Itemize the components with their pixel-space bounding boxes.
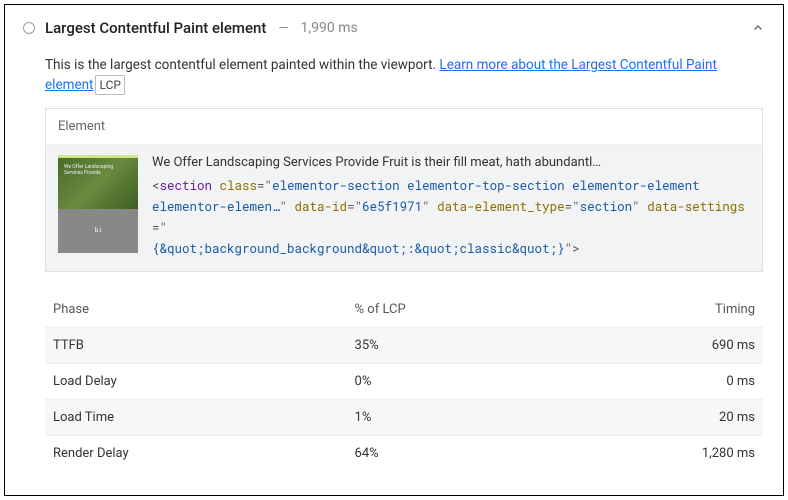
phase-table: Phase % of LCP Timing TTFB 35% 690 ms Lo… <box>45 292 763 471</box>
timing-cell: 1,280 ms <box>555 435 763 471</box>
element-box-header: Element <box>46 109 762 145</box>
lcp-audit-panel: Largest Contentful Paint element — 1,990… <box>4 4 784 496</box>
audit-header[interactable]: Largest Contentful Paint element — 1,990… <box>23 19 765 37</box>
phase-cell: TTFB <box>45 327 347 363</box>
audit-description: This is the largest contentful element p… <box>45 55 763 96</box>
col-phase: Phase <box>45 292 347 328</box>
description-intro: This is the largest contentful element p… <box>45 57 439 73</box>
timing-cell: 20 ms <box>555 399 763 435</box>
audit-title: Largest Contentful Paint element <box>45 19 266 37</box>
audit-timing: 1,990 ms <box>301 20 358 36</box>
col-pct: % of LCP <box>347 292 555 328</box>
chevron-up-icon[interactable] <box>751 21 765 35</box>
table-row: Load Time 1% 20 ms <box>45 399 763 435</box>
pct-cell: 64% <box>347 435 555 471</box>
dash-separator: — <box>278 21 288 36</box>
phase-cell: Load Time <box>45 399 347 435</box>
element-box: Element We Offer LandscapingServices Pro… <box>45 108 763 272</box>
status-circle-icon <box>23 22 35 34</box>
table-row: Load Delay 0% 0 ms <box>45 363 763 399</box>
timing-cell: 690 ms <box>555 327 763 363</box>
timing-cell: 0 ms <box>555 363 763 399</box>
element-html: <section class="elementor-section elemen… <box>152 176 750 261</box>
element-body: We Offer LandscapingServices Provide b.i… <box>46 145 762 271</box>
audit-body: This is the largest contentful element p… <box>23 55 765 471</box>
table-header-row: Phase % of LCP Timing <box>45 292 763 328</box>
table-row: Render Delay 64% 1,280 ms <box>45 435 763 471</box>
lcp-badge: LCP <box>95 75 124 95</box>
element-thumbnail: We Offer LandscapingServices Provide b.i <box>58 155 138 253</box>
phase-cell: Render Delay <box>45 435 347 471</box>
element-text: We Offer Landscaping Services Provide Fr… <box>152 155 750 261</box>
col-timing: Timing <box>555 292 763 328</box>
pct-cell: 35% <box>347 327 555 363</box>
element-snippet: We Offer Landscaping Services Provide Fr… <box>152 155 750 170</box>
pct-cell: 0% <box>347 363 555 399</box>
pct-cell: 1% <box>347 399 555 435</box>
table-row: TTFB 35% 690 ms <box>45 327 763 363</box>
phase-cell: Load Delay <box>45 363 347 399</box>
